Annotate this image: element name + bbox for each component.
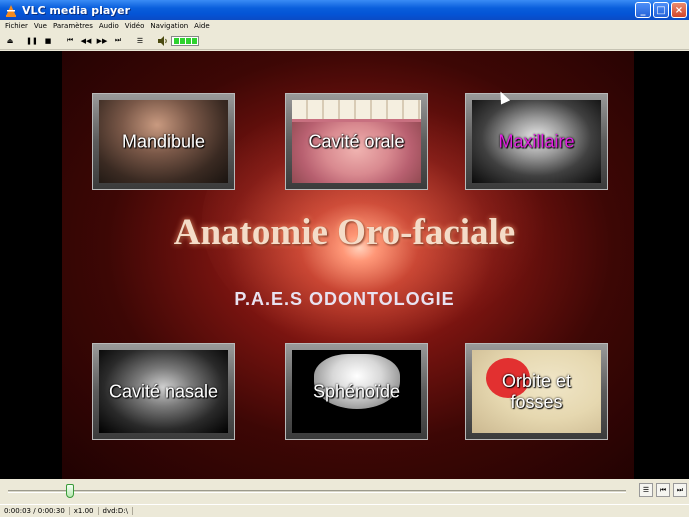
menu-video[interactable]: Vidéo: [122, 22, 148, 30]
menu-audio[interactable]: Audio: [96, 22, 122, 30]
seek-bar[interactable]: [8, 490, 626, 493]
time-readout: 0:00:03 / 0:00:30: [0, 507, 70, 515]
menu-parametres[interactable]: Paramètres: [50, 22, 96, 30]
volume-slider[interactable]: [171, 35, 199, 46]
status-bar: 0:00:03 / 0:00:30 x1.00 dvd:D:\: [0, 504, 689, 517]
chapter-thumbnail-cavite-nasale[interactable]: Cavité nasale: [92, 343, 235, 440]
menu-vue[interactable]: Vue: [31, 22, 50, 30]
chapter-label: Maxillaire: [498, 131, 575, 151]
playback-speed: x1.00: [70, 507, 99, 515]
chapter-thumbnail-maxillaire[interactable]: Maxillaire: [465, 93, 608, 190]
eject-icon[interactable]: ⏏: [3, 34, 17, 48]
playlist-toggle-icon[interactable]: ☰: [639, 483, 653, 497]
pause-icon[interactable]: ❚❚: [25, 34, 39, 48]
title-bar[interactable]: VLC media player _ □ ×: [0, 0, 689, 20]
dvd-title: Anatomie Oro-faciale: [173, 212, 516, 253]
previous-icon[interactable]: ⏮: [63, 34, 77, 48]
chapter-thumbnail-sphenoide[interactable]: Sphénoïde: [285, 343, 428, 440]
volume-level-bar: [186, 37, 191, 44]
chapter-label: Sphénoïde: [312, 381, 401, 401]
volume-level-bar: [192, 37, 197, 44]
seek-area: ☰ ⏮ ⏭: [0, 480, 689, 502]
maximize-button[interactable]: □: [653, 2, 669, 18]
vlc-window: VLC media player _ □ × Fichier Vue Param…: [0, 0, 689, 517]
vlc-cone-icon: [4, 3, 18, 17]
window-title: VLC media player: [22, 3, 131, 17]
seek-handle[interactable]: [65, 484, 74, 498]
next-chapter-icon[interactable]: ⏭: [673, 483, 687, 497]
chapter-thumbnail-cavite-orale[interactable]: Cavité orale: [285, 93, 428, 190]
minimize-button[interactable]: _: [635, 2, 651, 18]
menu-fichier[interactable]: Fichier: [0, 22, 31, 30]
chapter-label: Mandibule: [121, 131, 206, 151]
rewind-icon[interactable]: ◀◀: [79, 34, 93, 48]
menu-bar: Fichier Vue Paramètres Audio Vidéo Navig…: [0, 20, 689, 32]
toolbar: ⏏ ❚❚ ■ ⏮ ◀◀ ▶▶ ⏭ ☰: [0, 32, 689, 50]
dvd-subtitle: P.A.E.S ODONTOLOGIE: [234, 289, 455, 309]
speaker-icon[interactable]: [157, 35, 169, 47]
fast-forward-icon[interactable]: ▶▶: [95, 34, 109, 48]
volume-level-bar: [174, 37, 179, 44]
chapter-label: Orbite et fosses: [501, 370, 572, 412]
chapter-thumbnail-mandibule[interactable]: Mandibule: [92, 93, 235, 190]
menu-aide[interactable]: Aide: [191, 22, 212, 30]
video-area[interactable]: Mandibule Cavité orale Maxillaire Anatom…: [0, 51, 689, 479]
volume-level-bar: [180, 37, 185, 44]
close-button[interactable]: ×: [671, 2, 687, 18]
chapter-thumbnail-orbite-et-fosses[interactable]: Orbite et fosses: [465, 343, 608, 440]
previous-chapter-icon[interactable]: ⏮: [656, 483, 670, 497]
playlist-icon[interactable]: ☰: [133, 34, 147, 48]
media-source: dvd:D:\: [99, 507, 134, 515]
chapter-label: Cavité orale: [308, 131, 405, 151]
next-icon[interactable]: ⏭: [111, 34, 125, 48]
menu-navigation[interactable]: Navigation: [147, 22, 191, 30]
chapter-label: Cavité nasale: [108, 381, 219, 401]
stop-icon[interactable]: ■: [41, 34, 55, 48]
